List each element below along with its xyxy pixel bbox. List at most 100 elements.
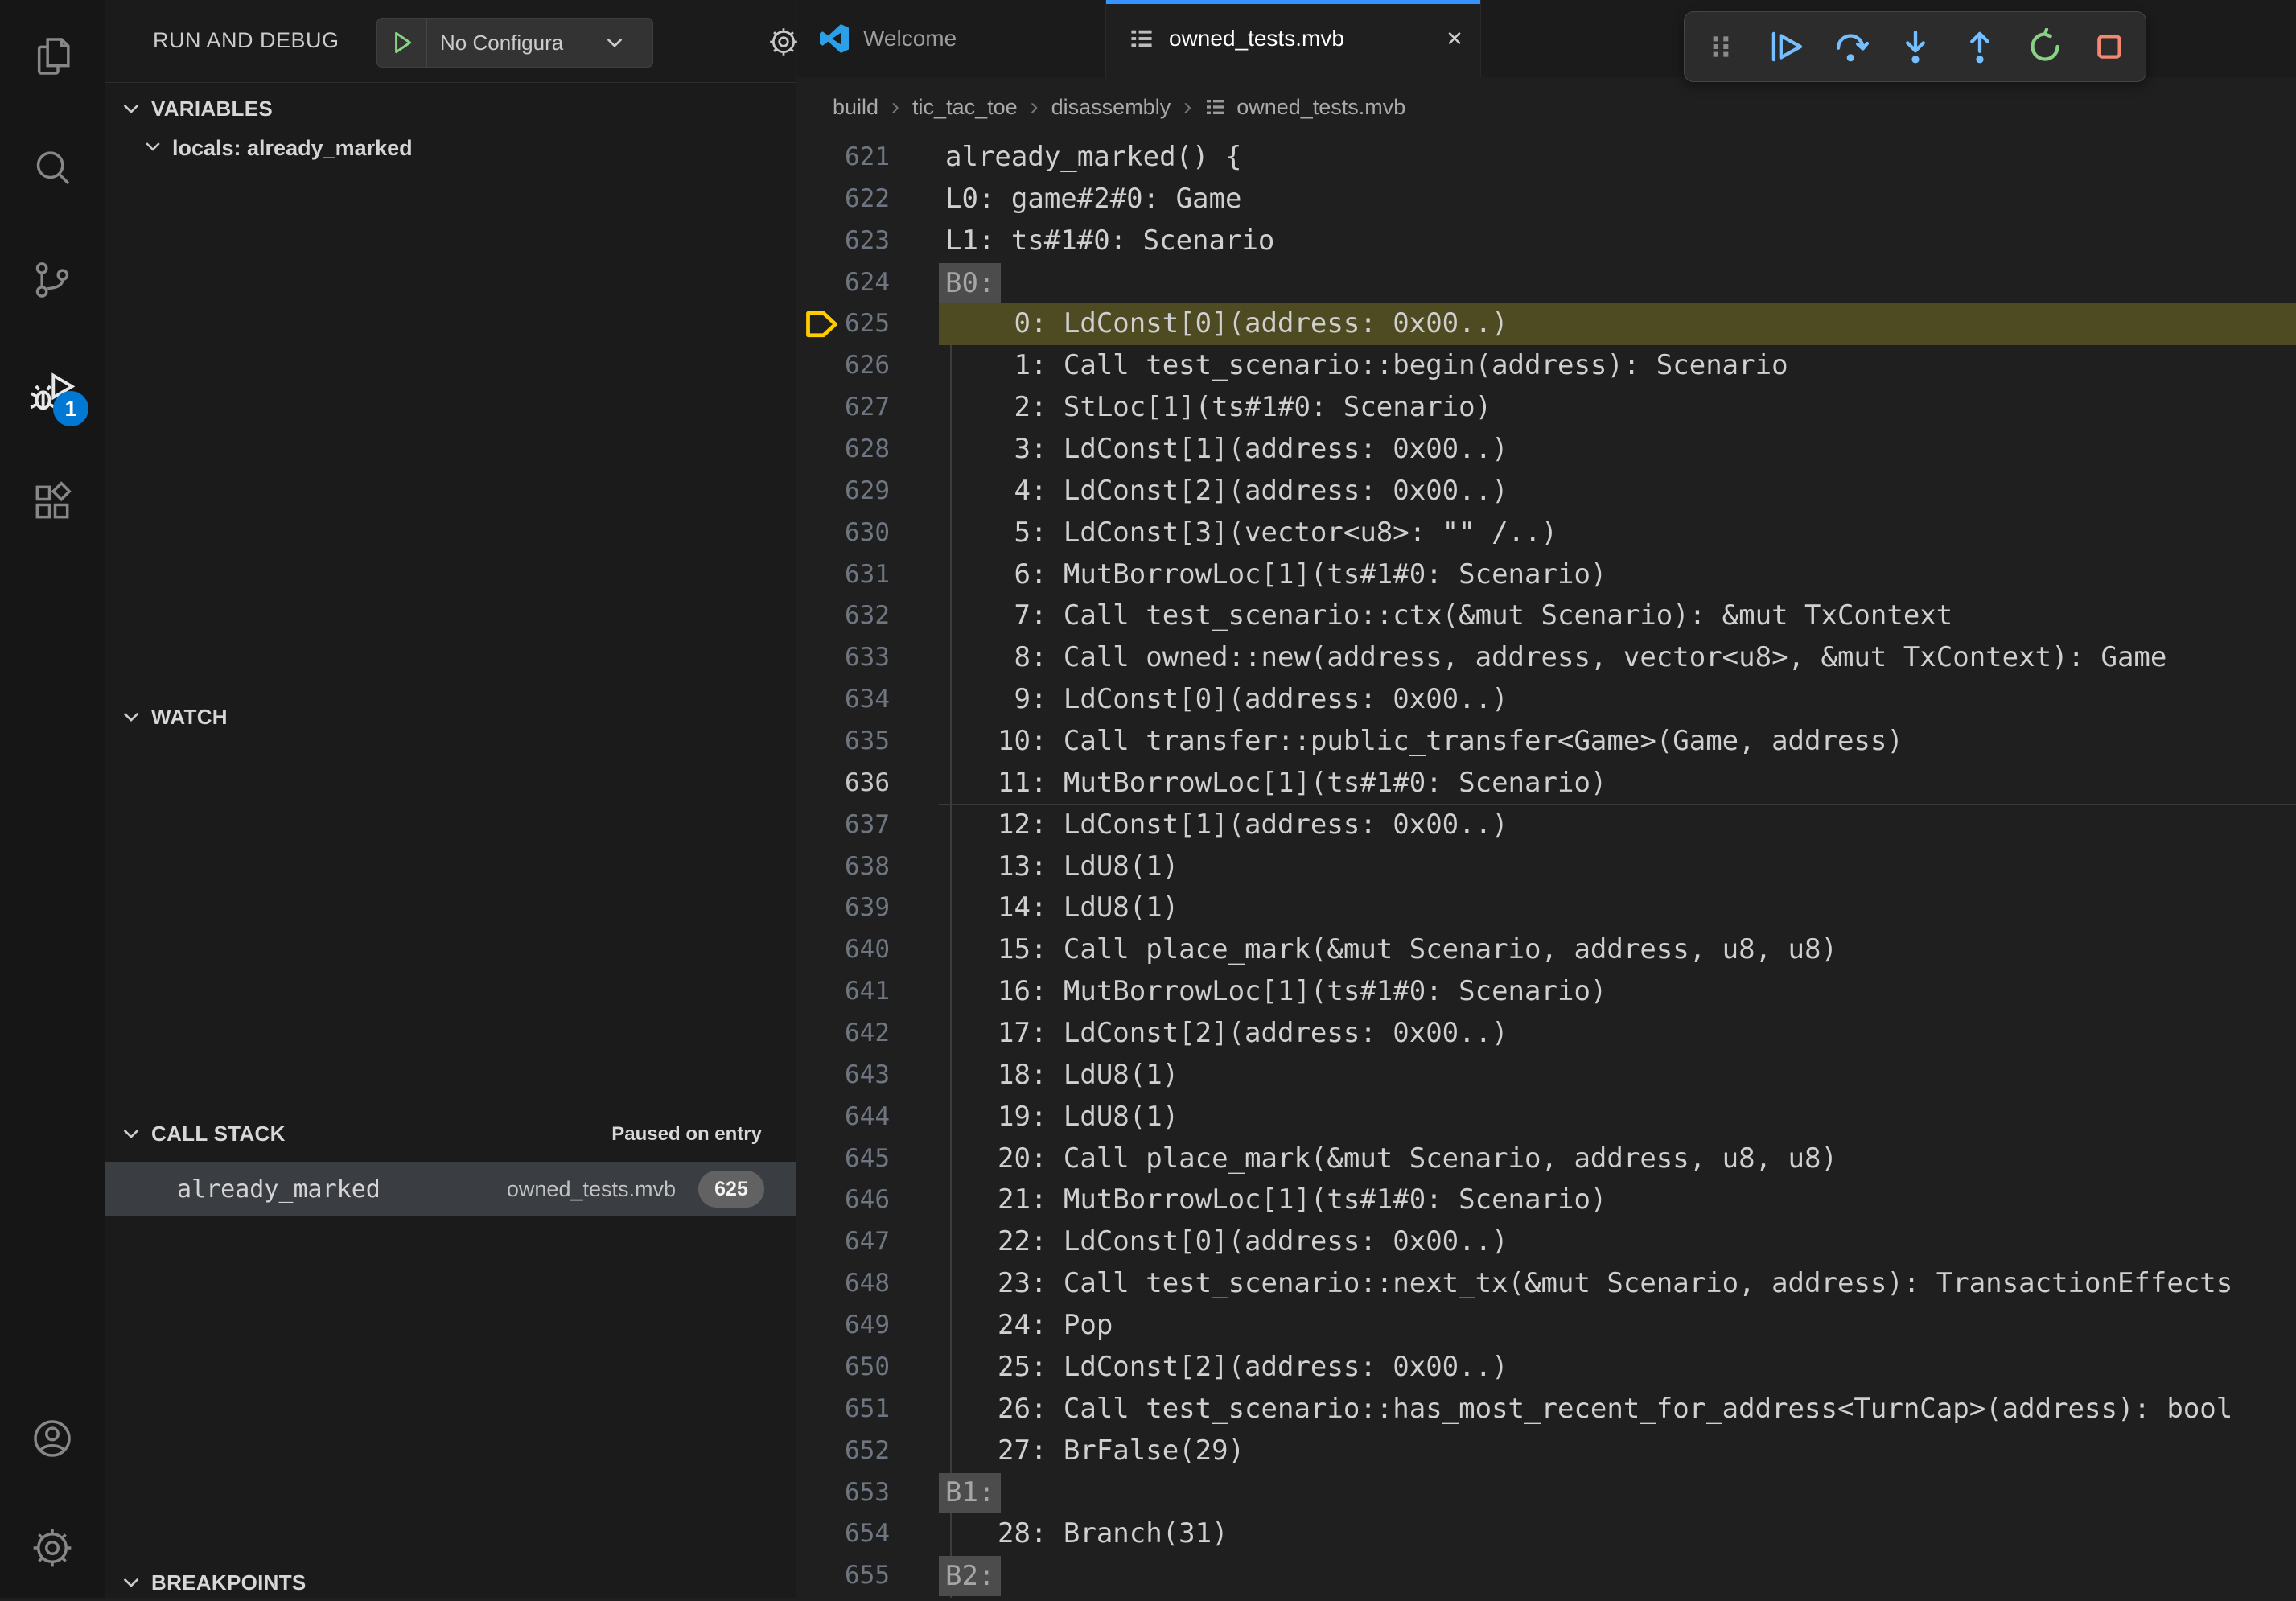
line-number[interactable]: 635 [797,721,890,763]
line-number[interactable]: 629 [797,471,890,512]
settings-button[interactable] [0,1500,105,1596]
code-line-632[interactable]: 632 7: Call test_scenario::ctx(&mut Scen… [797,595,2296,637]
code-line-655[interactable]: 655B2: [797,1555,2296,1597]
line-number[interactable]: 652 [797,1430,890,1472]
close-icon[interactable]: × [1446,25,1463,52]
sidebar-item-run-and-debug[interactable]: 1 [0,343,105,439]
line-number[interactable]: 653 [797,1472,890,1514]
code-line-637[interactable]: 63712: LdConst[1](address: 0x00..) [797,805,2296,846]
section-variables[interactable]: VARIABLES [119,90,273,127]
section-call-stack[interactable]: CALL STACK [119,1115,286,1152]
code-line-640[interactable]: 64015: Call place_mark(&mut Scenario, ad… [797,929,2296,971]
code-line-644[interactable]: 64419: LdU8(1) [797,1097,2296,1138]
debug-config-dropdown[interactable]: No Configura [376,18,653,68]
breadcrumb-file[interactable]: owned_tests.mvb [1204,95,1405,120]
code-line-622[interactable]: 622L0: game#2#0: Game [797,179,2296,220]
code-line-627[interactable]: 627 2: StLoc[1](ts#1#0: Scenario) [797,387,2296,429]
breadcrumb-item[interactable]: build [833,95,878,120]
code-line-645[interactable]: 64520: Call place_mark(&mut Scenario, ad… [797,1138,2296,1180]
line-number[interactable]: 654 [797,1513,890,1555]
code-line-654[interactable]: 65428: Branch(31) [797,1513,2296,1555]
sidebar-item-source-control[interactable] [0,232,105,328]
line-number[interactable]: 651 [797,1389,890,1430]
code-line-648[interactable]: 64823: Call test_scenario::next_tx(&mut … [797,1263,2296,1305]
line-number[interactable]: 630 [797,512,890,554]
section-watch[interactable]: WATCH [119,698,228,735]
line-number[interactable]: 637 [797,805,890,846]
code-line-630[interactable]: 630 5: LdConst[3](vector<u8>: "" /..) [797,512,2296,554]
code-line-623[interactable]: 623L1: ts#1#0: Scenario [797,220,2296,262]
stop-button[interactable] [2080,18,2138,76]
line-number[interactable]: 626 [797,345,890,387]
start-debug-button[interactable] [377,19,427,67]
line-number[interactable]: 623 [797,220,890,262]
code-line-631[interactable]: 631 6: MutBorrowLoc[1](ts#1#0: Scenario) [797,554,2296,596]
line-number[interactable]: 650 [797,1347,890,1389]
code-line-633[interactable]: 633 8: Call owned::new(address, address,… [797,637,2296,679]
sidebar-item-search[interactable] [0,121,105,217]
code-line-653[interactable]: 653B1: [797,1472,2296,1514]
code-line-636[interactable]: 63611: MutBorrowLoc[1](ts#1#0: Scenario) [797,763,2296,805]
code-line-634[interactable]: 634 9: LdConst[0](address: 0x00..) [797,679,2296,721]
sidebar-item-extensions[interactable] [0,454,105,550]
line-number[interactable]: 624 [797,262,890,304]
code-line-647[interactable]: 64722: LdConst[0](address: 0x00..) [797,1221,2296,1263]
line-number[interactable]: 644 [797,1097,890,1138]
code-line-626[interactable]: 626 1: Call test_scenario::begin(address… [797,345,2296,387]
line-number[interactable]: 655 [797,1555,890,1597]
line-number[interactable]: 622 [797,179,890,220]
line-number[interactable]: 632 [797,595,890,637]
line-number[interactable]: 649 [797,1305,890,1347]
line-number[interactable]: 646 [797,1179,890,1221]
line-number[interactable]: 631 [797,554,890,596]
line-number[interactable]: 634 [797,679,890,721]
tab-welcome[interactable]: Welcome [797,0,1106,77]
code-line-629[interactable]: 629 4: LdConst[2](address: 0x00..) [797,471,2296,512]
restart-button[interactable] [2016,18,2074,76]
line-number[interactable]: 628 [797,429,890,471]
sidebar-item-explorer[interactable] [0,8,105,105]
line-number[interactable]: 642 [797,1013,890,1055]
code-line-651[interactable]: 65126: Call test_scenario::has_most_rece… [797,1389,2296,1430]
continue-button[interactable] [1756,18,1814,76]
step-out-button[interactable] [1951,18,2009,76]
line-number[interactable]: 638 [797,846,890,888]
breadcrumb-item[interactable]: disassembly [1051,95,1171,120]
editor-code-area[interactable]: 621 already_marked() {622L0: game#2#0: Ga… [797,137,2296,1598]
code-line-624[interactable]: 624B0: [797,262,2296,304]
breadcrumb-item[interactable]: tic_tac_toe [912,95,1018,120]
call-stack-frame[interactable]: already_marked owned_tests.mvb 625 [105,1162,796,1216]
code-line-650[interactable]: 65025: LdConst[2](address: 0x00..) [797,1347,2296,1389]
code-line-641[interactable]: 64116: MutBorrowLoc[1](ts#1#0: Scenario) [797,971,2296,1013]
code-line-628[interactable]: 628 3: LdConst[1](address: 0x00..) [797,429,2296,471]
code-line-625[interactable]: 625 0: LdConst[0](address: 0x00..) [797,303,2296,345]
line-number[interactable]: 645 [797,1138,890,1180]
line-number[interactable]: 647 [797,1221,890,1263]
code-line-642[interactable]: 64217: LdConst[2](address: 0x00..) [797,1013,2296,1055]
code-line-639[interactable]: 63914: LdU8(1) [797,887,2296,929]
line-number[interactable]: 643 [797,1055,890,1097]
line-number[interactable]: 640 [797,929,890,971]
code-line-652[interactable]: 65227: BrFalse(29) [797,1430,2296,1472]
account-button[interactable] [0,1390,105,1487]
line-number[interactable]: 648 [797,1263,890,1305]
line-number[interactable]: 641 [797,971,890,1013]
code-line-646[interactable]: 64621: MutBorrowLoc[1](ts#1#0: Scenario) [797,1179,2296,1221]
code-line-621[interactable]: 621 already_marked() { [797,137,2296,179]
code-label: already_marked() { [945,137,1241,179]
line-number[interactable]: 627 [797,387,890,429]
step-over-button[interactable] [1821,18,1879,76]
tab-owned-tests[interactable]: owned_tests.mvb × [1106,0,1481,77]
variables-scope-locals[interactable]: locals: already_marked [142,135,413,162]
step-into-button[interactable] [1887,18,1944,76]
line-number[interactable]: 639 [797,887,890,929]
toolbar-drag-handle[interactable] [1692,18,1750,76]
line-number[interactable]: 621 [797,137,890,179]
code-line-635[interactable]: 63510: Call transfer::public_transfer<Ga… [797,721,2296,763]
code-line-643[interactable]: 64318: LdU8(1) [797,1055,2296,1097]
line-number[interactable]: 636 [797,763,890,805]
code-line-638[interactable]: 63813: LdU8(1) [797,846,2296,888]
section-breakpoints[interactable]: BREAKPOINTS [119,1564,307,1601]
line-number[interactable]: 633 [797,637,890,679]
code-line-649[interactable]: 64924: Pop [797,1305,2296,1347]
